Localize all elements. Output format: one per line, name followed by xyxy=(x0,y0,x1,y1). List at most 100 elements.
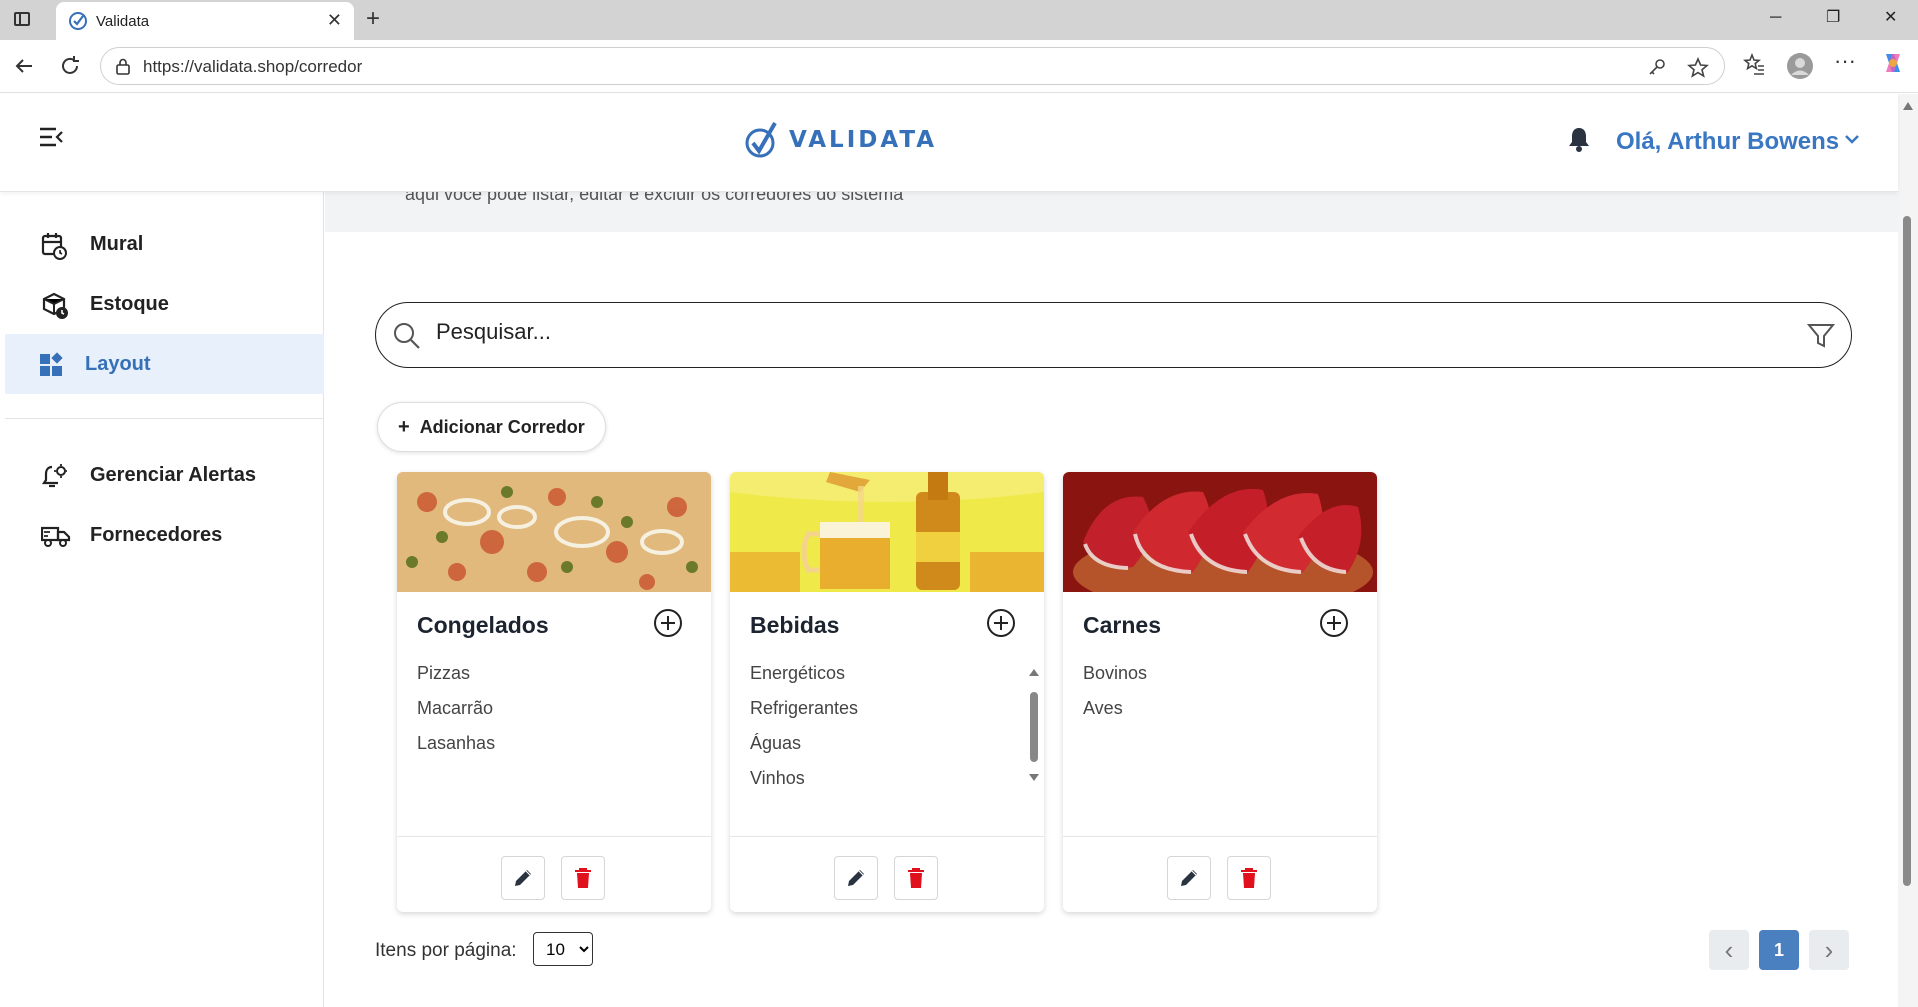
category-item[interactable]: Bovinos xyxy=(1083,662,1147,697)
category-item[interactable]: Vinhos xyxy=(750,767,858,802)
trash-icon xyxy=(575,868,591,888)
more-options-icon[interactable]: ··· xyxy=(1834,48,1856,74)
user-greeting[interactable]: Olá, Arthur Bowens xyxy=(1616,128,1839,156)
scrollbar-thumb[interactable] xyxy=(1903,216,1911,886)
corridor-card: Congelados Pizzas Macarrão Lasanhas xyxy=(397,472,711,912)
previous-page-button[interactable]: ‹ xyxy=(1709,930,1749,970)
validata-logo[interactable]: VALIDATA xyxy=(745,120,937,160)
add-category-icon[interactable] xyxy=(653,608,683,638)
back-icon[interactable] xyxy=(12,54,36,78)
delete-button[interactable] xyxy=(561,856,605,900)
add-category-icon[interactable] xyxy=(1319,608,1349,638)
url-text[interactable]: https://validata.shop/corredor xyxy=(143,57,362,77)
browser-toolbar: https://validata.shop/corredor ··· xyxy=(0,40,1918,93)
sidebar-item-estoque[interactable]: Estoque xyxy=(5,274,324,334)
category-item[interactable]: Aves xyxy=(1083,697,1147,732)
reload-icon[interactable] xyxy=(58,54,82,78)
search-input[interactable] xyxy=(436,319,1736,345)
pencil-icon xyxy=(515,870,531,886)
card-title: Carnes xyxy=(1083,612,1161,638)
pizza-image xyxy=(397,472,711,592)
edit-button[interactable] xyxy=(1167,856,1211,900)
category-item[interactable]: Lasanhas xyxy=(417,732,495,767)
category-item[interactable]: Energéticos xyxy=(750,662,858,697)
sidebar-item-label: Layout xyxy=(85,353,151,375)
card-divider xyxy=(1063,836,1377,837)
pencil-icon xyxy=(1181,870,1197,886)
edit-button[interactable] xyxy=(834,856,878,900)
corridor-card: Bebidas Energéticos Refrigerantes Águas … xyxy=(730,472,1044,912)
notification-bell-icon[interactable] xyxy=(1568,126,1590,152)
close-window-button[interactable]: ✕ xyxy=(1884,8,1897,28)
category-list: Energéticos Refrigerantes Águas Vinhos xyxy=(750,662,858,802)
search-bar[interactable] xyxy=(375,302,1852,368)
browser-tabbar: Validata ✕ + ─ ❐ ✕ xyxy=(0,0,1918,40)
corridor-card: Carnes Bovinos Aves xyxy=(1063,472,1377,912)
items-per-page-label: Itens por página: xyxy=(375,940,517,961)
add-category-icon[interactable] xyxy=(986,608,1016,638)
copilot-icon[interactable] xyxy=(1880,50,1906,76)
category-list: Bovinos Aves xyxy=(1083,662,1147,732)
password-key-icon[interactable] xyxy=(1647,57,1667,77)
trash-icon xyxy=(908,868,924,888)
new-tab-button[interactable]: + xyxy=(366,6,380,32)
scroll-up-icon[interactable] xyxy=(1903,102,1913,110)
sidebar-item-label: Gerenciar Alertas xyxy=(90,464,257,486)
bell-settings-icon xyxy=(41,464,67,488)
tab-title: Validata xyxy=(96,13,150,30)
sidebar-item-mural[interactable]: Mural xyxy=(5,214,324,274)
site-info-icon[interactable] xyxy=(115,58,131,76)
sidebar-item-fornecedores[interactable]: Fornecedores xyxy=(5,505,324,565)
main-content: aqui você pode listar, editar e excluir … xyxy=(325,192,1898,1007)
page-button-current[interactable]: 1 xyxy=(1759,930,1799,970)
category-item[interactable]: Refrigerantes xyxy=(750,697,858,732)
sidebar-item-label: Fornecedores xyxy=(90,524,223,546)
pencil-icon xyxy=(848,870,864,886)
box-clock-icon xyxy=(42,292,68,319)
category-item[interactable]: Águas xyxy=(750,732,858,767)
restore-button[interactable]: ❐ xyxy=(1826,8,1840,28)
card-title: Bebidas xyxy=(750,612,840,638)
plus-icon: + xyxy=(398,415,410,438)
edit-button[interactable] xyxy=(501,856,545,900)
chevron-left-icon: ‹ xyxy=(1724,935,1734,965)
dashboard-grid-icon xyxy=(40,352,63,376)
filter-icon[interactable] xyxy=(1807,323,1835,349)
search-icon xyxy=(394,323,420,349)
tab-close-icon[interactable]: ✕ xyxy=(327,10,342,30)
category-item[interactable]: Macarrão xyxy=(417,697,495,732)
category-list-scrollbar[interactable] xyxy=(1028,668,1040,782)
add-corridor-label: Adicionar Corredor xyxy=(419,416,585,437)
calendar-clock-icon xyxy=(41,233,67,260)
meat-image xyxy=(1063,472,1377,592)
truck-icon xyxy=(41,526,71,547)
favorite-star-icon[interactable] xyxy=(1687,57,1709,79)
browser-tab[interactable]: Validata ✕ xyxy=(56,2,354,40)
page-scrollbar[interactable] xyxy=(1898,94,1918,1007)
page-description: aqui você pode listar, editar e excluir … xyxy=(405,192,904,204)
category-item[interactable]: Pizzas xyxy=(417,662,495,697)
menu-collapse-icon[interactable] xyxy=(38,126,64,148)
profile-avatar-icon[interactable] xyxy=(1786,52,1814,80)
chevron-down-icon[interactable] xyxy=(1843,132,1861,146)
page-number: 1 xyxy=(1773,939,1784,960)
sidebar-divider xyxy=(5,418,324,419)
minimize-button[interactable]: ─ xyxy=(1770,8,1781,28)
drinks-image xyxy=(730,472,1044,592)
sidebar-item-gerenciar-alertas[interactable]: Gerenciar Alertas xyxy=(5,445,324,505)
validata-favicon-icon xyxy=(69,12,87,30)
next-page-button[interactable]: › xyxy=(1809,930,1849,970)
delete-button[interactable] xyxy=(1227,856,1271,900)
validata-check-icon xyxy=(745,122,777,158)
address-bar[interactable]: https://validata.shop/corredor xyxy=(100,47,1725,85)
category-list: Pizzas Macarrão Lasanhas xyxy=(417,662,495,767)
app-header: VALIDATA Olá, Arthur Bowens xyxy=(0,94,1898,192)
card-title: Congelados xyxy=(417,612,549,638)
delete-button[interactable] xyxy=(894,856,938,900)
sidebar-item-label: Estoque xyxy=(90,293,169,315)
add-corridor-button[interactable]: + Adicionar Corredor xyxy=(377,402,606,452)
tab-actions-icon[interactable] xyxy=(14,12,30,26)
favorites-list-icon[interactable] xyxy=(1742,52,1766,76)
items-per-page-select[interactable]: 10 xyxy=(533,932,593,966)
sidebar-item-layout[interactable]: Layout xyxy=(5,334,324,394)
